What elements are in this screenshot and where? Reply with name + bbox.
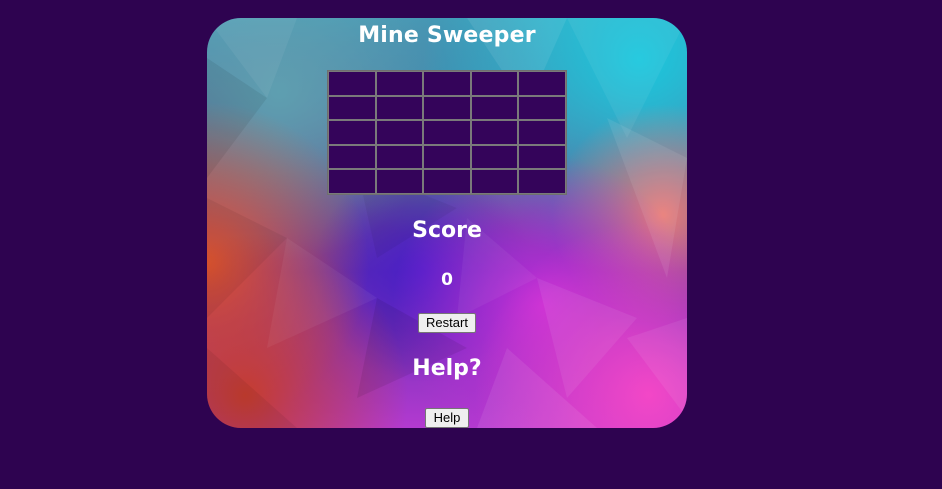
grid-cell[interactable]	[423, 169, 471, 194]
grid-cell[interactable]	[470, 144, 519, 170]
score-label: Score	[412, 218, 482, 243]
grid-cell[interactable]	[328, 169, 376, 194]
grid-cell[interactable]	[328, 144, 376, 170]
grid-cell[interactable]	[518, 95, 566, 121]
grid-cell[interactable]	[375, 71, 424, 96]
grid-cell[interactable]	[470, 71, 519, 96]
grid-cell[interactable]	[518, 144, 566, 170]
grid-cell[interactable]	[470, 169, 519, 194]
grid-cell[interactable]	[518, 120, 566, 145]
grid-cell[interactable]	[328, 71, 376, 96]
score-value: 0	[441, 270, 453, 290]
game-card: Mine Sweeper Score 0 Restart Help? Help	[207, 18, 687, 428]
help-button[interactable]: Help	[425, 408, 469, 428]
grid-cell[interactable]	[423, 71, 471, 96]
restart-button[interactable]: Restart	[418, 313, 476, 333]
grid-cell[interactable]	[375, 95, 424, 121]
mine-grid	[327, 70, 567, 195]
grid-cell[interactable]	[470, 120, 519, 145]
grid-cell[interactable]	[423, 95, 471, 121]
grid-cell[interactable]	[375, 120, 424, 145]
game-title: Mine Sweeper	[358, 23, 536, 48]
help-heading: Help?	[412, 356, 482, 381]
grid-cell[interactable]	[423, 144, 471, 170]
grid-cell[interactable]	[328, 120, 376, 145]
grid-cell[interactable]	[518, 169, 566, 194]
grid-cell[interactable]	[375, 144, 424, 170]
grid-cell[interactable]	[423, 120, 471, 145]
grid-cell[interactable]	[518, 71, 566, 96]
grid-cell[interactable]	[375, 169, 424, 194]
grid-cell[interactable]	[470, 95, 519, 121]
grid-cell[interactable]	[328, 95, 376, 121]
